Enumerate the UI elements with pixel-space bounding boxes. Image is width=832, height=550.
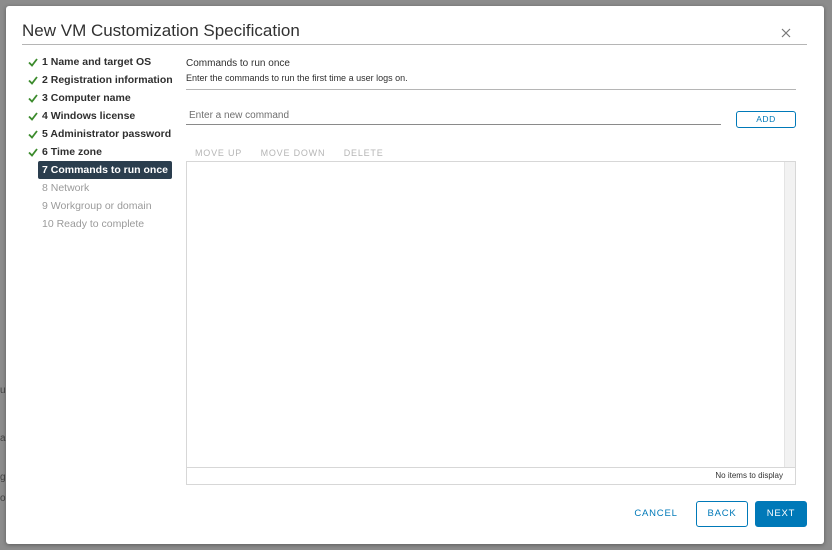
step-network: 8 Network (24, 179, 174, 197)
step-ready-to-complete: 10 Ready to complete (24, 215, 174, 233)
checkmark-icon (28, 58, 38, 67)
commands-toolbar: MOVE UP MOVE DOWN DELETE (195, 143, 398, 161)
close-icon[interactable] (778, 26, 794, 42)
step-label: 3 Computer name (42, 92, 131, 104)
step-workgroup-or-domain: 9 Workgroup or domain (24, 197, 174, 215)
section-heading: Commands to run once (186, 58, 290, 69)
step-label: 9 Workgroup or domain (42, 200, 152, 212)
section-description: Enter the commands to run the first time… (186, 73, 408, 83)
step-label: 4 Windows license (42, 110, 136, 122)
step-label: 6 Time zone (42, 146, 102, 158)
back-button[interactable]: BACK (696, 501, 748, 527)
section-divider (186, 89, 796, 90)
move-down-button[interactable]: MOVE DOWN (261, 148, 326, 158)
delete-button[interactable]: DELETE (344, 148, 384, 158)
step-time-zone[interactable]: 6 Time zone (24, 143, 174, 161)
step-label: 10 Ready to complete (42, 218, 145, 230)
step-label: 1 Name and target OS (42, 56, 152, 68)
step-label: 5 Administrator password (42, 128, 172, 140)
checkmark-icon (28, 148, 38, 157)
title-divider (22, 44, 807, 45)
step-windows-license[interactable]: 4 Windows license (24, 107, 174, 125)
move-up-button[interactable]: MOVE UP (195, 148, 242, 158)
add-command-button[interactable]: ADD (736, 111, 796, 128)
step-administrator-password[interactable]: 5 Administrator password (24, 125, 174, 143)
checkmark-icon (28, 76, 38, 85)
grid-footer-status: No items to display (187, 467, 795, 484)
step-commands-to-run-once[interactable]: 7 Commands to run once (38, 161, 172, 179)
backdrop-fragment: a (0, 433, 6, 444)
commands-grid: No items to display (186, 161, 796, 485)
next-button[interactable]: NEXT (755, 501, 807, 527)
step-name-and-target-os[interactable]: 1 Name and target OS (24, 53, 174, 71)
backdrop-fragment: u (0, 385, 6, 396)
step-label: 2 Registration information (42, 74, 173, 86)
checkmark-icon (28, 130, 38, 139)
step-label: 7 Commands to run once (42, 164, 169, 176)
checkmark-icon (28, 94, 38, 103)
backdrop-fragment: o (0, 493, 6, 504)
backdrop-fragment: g (0, 472, 6, 483)
checkmark-icon (28, 112, 38, 121)
customization-wizard-dialog: New VM Customization Specification 1 Nam… (6, 6, 824, 544)
new-command-input[interactable] (186, 107, 721, 125)
close-icon-glyph (781, 28, 791, 38)
step-label: 8 Network (42, 182, 90, 194)
step-computer-name[interactable]: 3 Computer name (24, 89, 174, 107)
dialog-title: New VM Customization Specification (22, 21, 300, 40)
cancel-button[interactable]: CANCEL (626, 501, 686, 527)
grid-scrollbar[interactable] (784, 162, 795, 468)
step-registration-information[interactable]: 2 Registration information (24, 71, 174, 89)
wizard-steps-nav: 1 Name and target OS 2 Registration info… (24, 53, 174, 233)
